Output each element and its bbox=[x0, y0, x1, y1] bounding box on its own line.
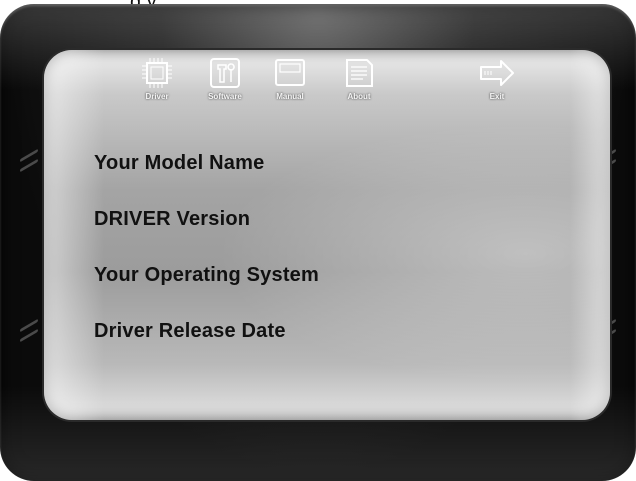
menu-about-button[interactable]: About bbox=[329, 56, 389, 116]
menu-driver-label: Driver bbox=[145, 92, 169, 101]
document-icon bbox=[342, 56, 376, 90]
release-date-label: Driver Release Date bbox=[94, 320, 286, 342]
menu-driver-button[interactable]: Driver bbox=[127, 56, 187, 116]
menu-software-button[interactable]: Software bbox=[195, 56, 255, 116]
menu-manual-button[interactable]: Manual bbox=[260, 56, 320, 116]
screen-highlight-right bbox=[570, 50, 610, 420]
driver-version-label: DRIVER Version bbox=[94, 208, 251, 230]
window-icon bbox=[273, 56, 307, 90]
menu-exit-label: Exit bbox=[489, 92, 505, 101]
screen-highlight-left bbox=[44, 50, 104, 420]
frame-ridge bbox=[20, 158, 38, 173]
menu-exit-button[interactable]: Exit bbox=[467, 56, 527, 116]
chip-icon bbox=[140, 56, 174, 90]
exit-arrow-icon bbox=[477, 56, 517, 90]
menu-about-label: About bbox=[347, 92, 371, 101]
tools-icon bbox=[208, 56, 242, 90]
frame-ridge bbox=[20, 328, 38, 343]
model-name-label: Your Model Name bbox=[94, 152, 265, 174]
menu-software-label: Software bbox=[208, 92, 242, 101]
operating-system-label: Your Operating System bbox=[94, 264, 319, 286]
menu-manual-label: Manual bbox=[276, 92, 304, 101]
